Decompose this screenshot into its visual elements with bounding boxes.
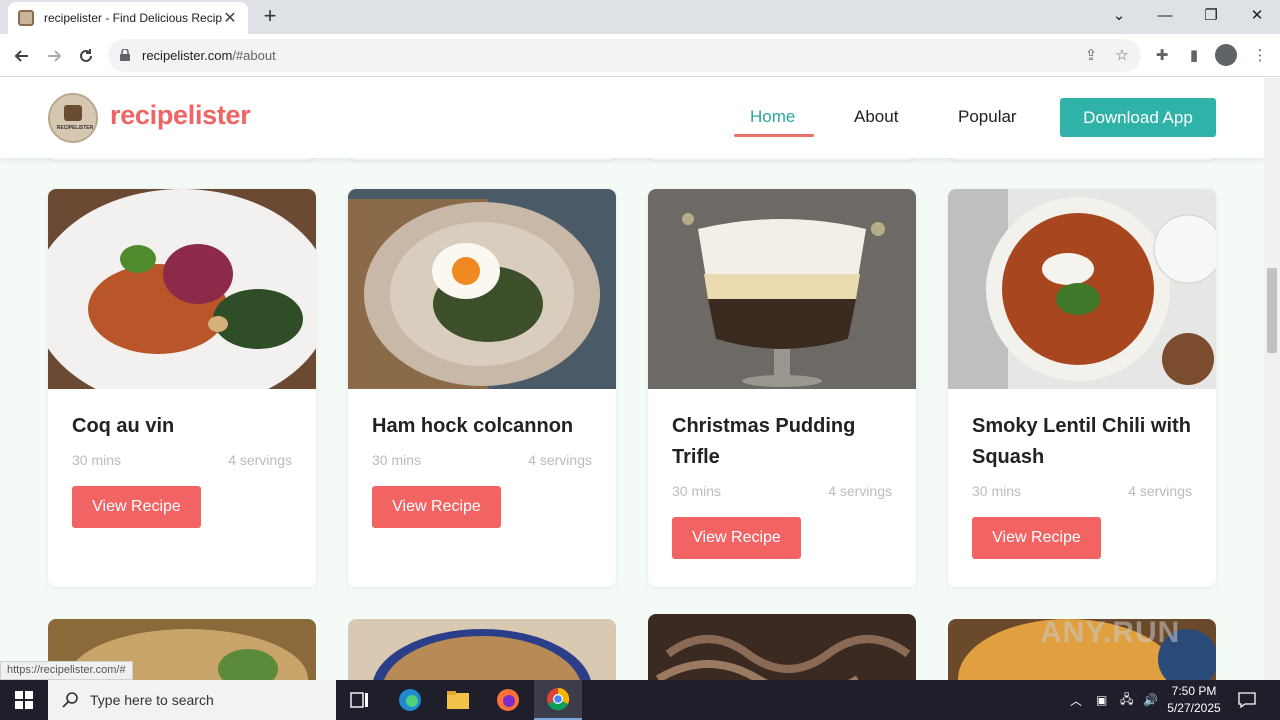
nav-about-link[interactable]: About [854, 107, 898, 127]
view-recipe-button[interactable]: View Recipe [372, 486, 501, 528]
reload-icon[interactable] [72, 42, 100, 70]
recipe-image[interactable] [48, 189, 316, 389]
watermark-logo: ANY.RUN [1040, 616, 1181, 649]
notification-icon[interactable] [1238, 680, 1256, 720]
lock-icon [120, 49, 130, 61]
nav-home-link[interactable]: Home [750, 107, 795, 127]
nav-active-indicator [734, 134, 814, 137]
back-arrow-icon[interactable] [8, 42, 36, 70]
search-placeholder: Type here to search [90, 692, 214, 708]
tab-title: recipelister - Find Delicious Recip [44, 11, 222, 25]
recipe-title: Smoky Lentil Chili with Squash [972, 415, 1191, 468]
minimize-button[interactable]: — [1142, 0, 1188, 30]
scrollbar-thumb[interactable] [1267, 268, 1277, 353]
windows-taskbar: Type here to search ︿ ▣ 🖧 🔊 7:50 PM 5/27… [0, 680, 1280, 720]
recipe-time: 30 mins [972, 483, 1022, 499]
browser-tab-strip: recipelister - Find Delicious Recip ✕ + … [0, 0, 1280, 34]
recipe-card: Coq au vin 30 mins 4 servings View Recip… [48, 189, 316, 587]
view-recipe-button[interactable]: View Recipe [672, 517, 801, 559]
page-scrollbar[interactable] [1264, 78, 1280, 680]
search-icon [62, 692, 78, 708]
recipe-title: Coq au vin [72, 415, 175, 437]
windows-start-icon[interactable] [0, 680, 48, 720]
recipe-image[interactable] [648, 189, 916, 389]
tray-device-icon[interactable]: ▣ [1096, 680, 1107, 720]
bookmark-star-icon[interactable]: ☆ [1112, 46, 1132, 66]
chrome-icon[interactable] [534, 680, 582, 720]
browser-menu-icon[interactable]: ⋮ [1250, 46, 1270, 66]
address-bar[interactable]: recipelister.com/#about ⇪ ☆ [108, 39, 1141, 72]
restore-button[interactable]: ❐ [1188, 0, 1234, 30]
volume-icon[interactable]: 🔊 [1143, 680, 1158, 720]
side-panel-icon[interactable]: ▮ [1184, 46, 1204, 66]
taskbar-search-box[interactable]: Type here to search [48, 680, 336, 720]
close-window-button[interactable]: ✕ [1234, 0, 1280, 30]
nav-popular-link[interactable]: Popular [958, 107, 1017, 127]
recipe-servings: 4 servings [528, 452, 592, 468]
network-icon[interactable]: 🖧 [1120, 680, 1133, 720]
recipe-image-partial[interactable] [648, 614, 916, 680]
recipe-servings: 4 servings [1128, 483, 1192, 499]
recipe-time: 30 mins [372, 452, 422, 468]
site-header: RECIPELISTER recipelister Home About Pop… [0, 78, 1264, 158]
site-logo-icon[interactable]: RECIPELISTER [48, 93, 98, 143]
clock-time: 7:50 PM [1171, 684, 1217, 698]
recipe-image-partial[interactable] [348, 619, 616, 680]
browser-tab[interactable]: recipelister - Find Delicious Recip ✕ [8, 2, 248, 34]
recipe-servings: 4 servings [228, 452, 292, 468]
site-favicon-icon [18, 10, 34, 26]
share-icon[interactable]: ⇪ [1081, 46, 1101, 66]
recipe-card: Ham hock colcannon 30 mins 4 servings Vi… [348, 189, 616, 587]
recipe-time: 30 mins [72, 452, 122, 468]
profile-avatar-icon[interactable] [1215, 44, 1237, 66]
tab-close-icon[interactable]: ✕ [222, 8, 238, 28]
task-view-icon[interactable] [336, 680, 384, 720]
recipe-card: Smoky Lentil Chili with Squash 30 mins 4… [948, 189, 1216, 587]
recipe-image[interactable] [948, 189, 1216, 389]
new-tab-button[interactable]: + [258, 5, 282, 29]
recipe-card: Christmas Pudding Trifle 30 mins 4 servi… [648, 189, 916, 587]
recipe-title: Ham hock colcannon [372, 415, 574, 437]
recipe-servings: 4 servings [828, 483, 892, 499]
browser-toolbar: recipelister.com/#about ⇪ ☆ ✚ ▮ ⋮ [0, 34, 1280, 77]
extensions-puzzle-icon[interactable]: ✚ [1152, 46, 1172, 66]
edge-browser-icon[interactable] [386, 680, 434, 720]
view-recipe-button[interactable]: View Recipe [72, 486, 201, 528]
file-explorer-icon[interactable] [434, 680, 482, 720]
recipe-title: Christmas Pudding Trifle [672, 415, 856, 468]
site-logo-text[interactable]: recipelister [110, 100, 251, 131]
view-recipe-button[interactable]: View Recipe [972, 517, 1101, 559]
link-status-bar: https://recipelister.com/# [0, 661, 133, 680]
tab-search-chevron-icon[interactable]: ⌄ [1096, 0, 1142, 30]
download-app-button[interactable]: Download App [1060, 98, 1216, 137]
page-viewport: RECIPELISTER recipelister Home About Pop… [0, 78, 1264, 680]
firefox-icon[interactable] [484, 680, 532, 720]
recipe-time: 30 mins [672, 483, 722, 499]
forward-arrow-icon[interactable] [40, 42, 68, 70]
taskbar-clock[interactable]: 7:50 PM 5/27/2025 [1160, 683, 1228, 717]
clock-date: 5/27/2025 [1167, 701, 1221, 715]
tray-chevron-icon[interactable]: ︿ [1070, 680, 1082, 720]
url-text: recipelister.com/#about [142, 48, 276, 63]
recipe-image[interactable] [348, 189, 616, 389]
